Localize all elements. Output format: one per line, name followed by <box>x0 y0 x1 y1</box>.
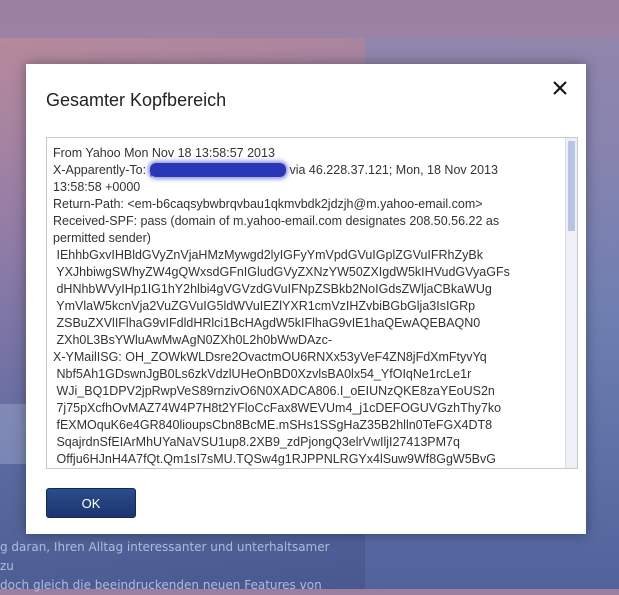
background-text-line: doch gleich die beeindruckenden neuen Fe… <box>0 578 322 592</box>
ok-button[interactable]: OK <box>46 488 136 518</box>
header-line: 7j75pXcfhOvMAZ74W4P7H8t2YFloCcFax8WEVUm4… <box>53 401 502 415</box>
vertical-scrollbar[interactable] <box>565 138 577 468</box>
close-icon <box>553 81 567 95</box>
header-line: YXJhbiwgSWhyZW4gQWxsdGFnIGludGVyZXNzYW50… <box>53 265 510 279</box>
header-line-continuation: via 46.228.37.121; Mon, 18 Nov 2013 <box>285 163 498 177</box>
header-line: From Yahoo Mon Nov 18 13:58:57 2013 <box>53 146 275 160</box>
header-line: Nbf5Ah1GDswnJgB0Ls6zkVdzlUHeOnBD0XzvlsBA… <box>53 367 472 381</box>
background-text-line: g daran, Ihren Alltag interessanter und … <box>0 540 330 573</box>
header-line: WJi_BQ1DPV2jpRwpVeS89rnzivO6N0XADCA806.I… <box>53 384 495 398</box>
header-line: X-YMailISG: OH_ZOWkWLDsre2OvactmOU6RNXx5… <box>53 350 487 364</box>
header-text: From Yahoo Mon Nov 18 13:58:57 2013 X-Ap… <box>53 145 561 468</box>
header-line: fEXMOquK6e4GR840lioupsCbn8BcME.mSHs1SSgH… <box>53 418 493 432</box>
header-line: dHNhbWVyIHp1IG1hY2hlbi4gVGVzdGVuIFNpZSBk… <box>53 282 492 296</box>
header-line: IEhhbGxvIHBldGVyZnVjaHMzMywgd2lyIGFyYmVp… <box>53 248 483 262</box>
header-line: Return-Path: <em-b6caqsybwbrqvbau1qkmvbd… <box>53 197 483 211</box>
header-line: YmVlaW5kcnVja2VuZGVuIG5ldWVuIEZlYXR1cmVz… <box>53 299 476 313</box>
close-button[interactable] <box>549 77 571 99</box>
header-line: permitted sender) <box>53 231 151 245</box>
dialog-title: Gesamter Kopfbereich <box>46 90 227 110</box>
scrollbar-thumb[interactable] <box>568 141 575 231</box>
header-text-box[interactable]: From Yahoo Mon Nov 18 13:58:57 2013 X-Ap… <box>46 137 578 469</box>
header-line: Offju6HJnH4A7fQt.Qm1sI7sMU.TQSw4g1RJPPNL… <box>53 452 496 466</box>
background-text: g daran, Ihren Alltag interessanter und … <box>0 538 340 595</box>
header-line: X-Apparently-To: <box>53 163 150 177</box>
header-line: 13:58:58 +0000 <box>53 180 141 194</box>
header-line: ZXh0L3BsYWluAwMwAgN0ZXh0L2h0bWwDAzc- <box>53 333 333 347</box>
full-header-dialog: Gesamter Kopfbereich From Yahoo Mon Nov … <box>26 64 586 534</box>
redacted-address: peterfuchs33@yahoo.de <box>149 163 286 177</box>
header-line: ZSBuZXVlIFlhaG9vIFdldHRlci1BcHAgdW5kIFlh… <box>53 316 481 330</box>
header-line: SqajrdnSfEIArMhUYaNaVSU1up8.2XB9_zdPjong… <box>53 435 460 449</box>
header-line: Received-SPF: pass (domain of m.yahoo-em… <box>53 214 500 228</box>
